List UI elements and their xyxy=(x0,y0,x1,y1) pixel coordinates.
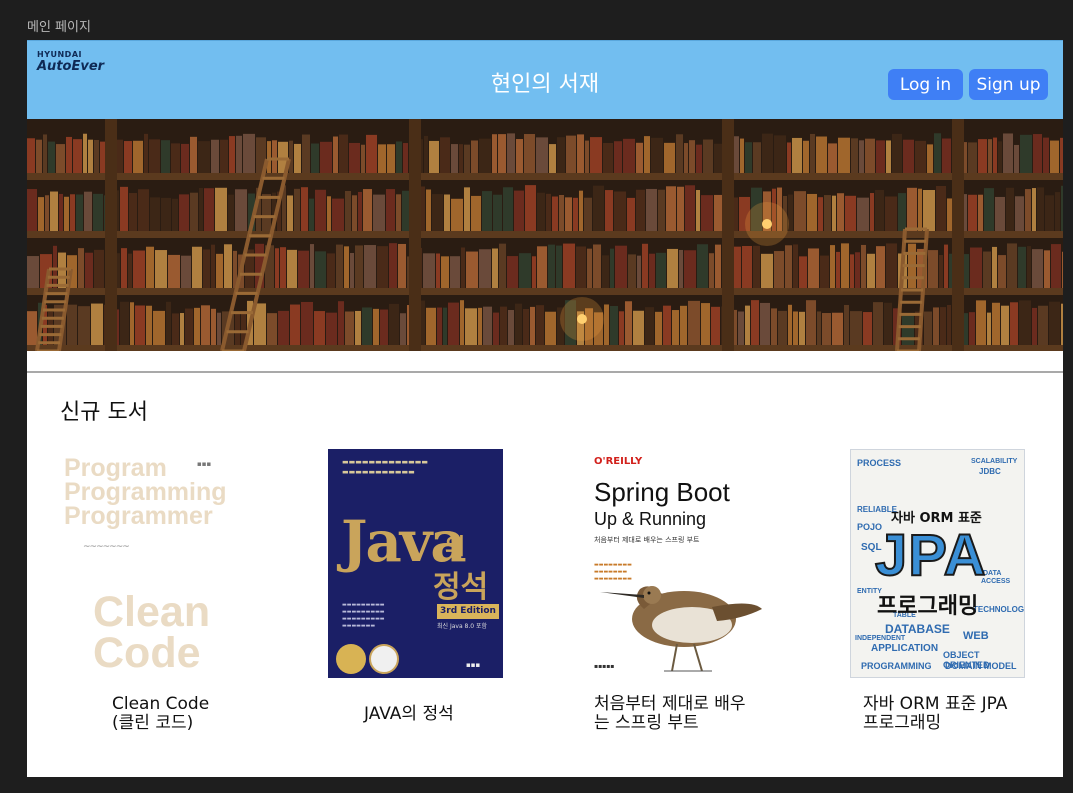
main-page: HYUNDAI AutoEver 현인의 서재 Log in Sign up 신… xyxy=(27,40,1063,777)
cover-keyword: SCALABILITY xyxy=(971,458,1018,465)
cover-big-line: Code xyxy=(93,629,201,677)
book-card[interactable]: ▬▬▬▬▬▬▬▬▬▬▬▬▬ ▬▬▬▬▬▬▬▬▬▬▬ Java 의 정석 3rd E… xyxy=(328,449,503,724)
section-title: 신규 도서 xyxy=(60,400,148,425)
cover-tagline: ▬▬▬▬▬▬▬▬▬▬▬▬▬ ▬▬▬▬▬▬▬▬▬▬▬ xyxy=(342,458,428,476)
book-title[interactable]: JAVA의 정석 xyxy=(328,705,503,724)
award-seal-icon xyxy=(336,644,366,674)
cover-keyword: INDEPENDENT xyxy=(855,635,906,642)
cover-subtitle: 최신 Java 8.0 포함 xyxy=(437,623,488,630)
edition-badge: 3rd Edition xyxy=(437,604,499,619)
cover-big-line: Clean xyxy=(93,588,211,636)
bookshelf-illustration xyxy=(27,119,1063,351)
cover-line: Programmer xyxy=(64,502,213,530)
signature-doodle: ~~~~~~~ xyxy=(83,542,130,552)
login-button[interactable]: Log in xyxy=(888,69,963,100)
cover-keyword: PROCESS xyxy=(857,458,902,468)
bestseller-seal-icon xyxy=(369,644,399,674)
cover-big-title: Clean Code xyxy=(93,588,211,677)
window-title: 메인 페이지 xyxy=(27,20,91,35)
cover-keyword: DOMAIN MODEL xyxy=(945,661,1017,671)
book-card[interactable]: O'REILLY Spring Boot Up & Running 처음부터 제… xyxy=(592,449,767,733)
cover-keyword: PROGRAMMING xyxy=(861,661,932,671)
sandpiper-bird-illustration xyxy=(600,586,762,672)
book-card[interactable]: Program Programming Programmer ▪▪▪ ~~~~~… xyxy=(57,449,232,733)
book-cover-image[interactable]: O'REILLY Spring Boot Up & Running 처음부터 제… xyxy=(592,449,767,678)
book-title[interactable]: 처음부터 제대로 배우 는 스프링 부트 xyxy=(592,695,767,733)
cover-keyword: TECHNOLOGY xyxy=(973,605,1025,614)
section-divider xyxy=(27,371,1063,373)
book-title-line: 는 스프링 부트 xyxy=(594,713,699,733)
book-title-line: Clean Code xyxy=(112,694,210,714)
cover-description: ▬▬▬▬▬▬▬▬▬ ▬▬▬▬▬▬▬▬▬ ▬▬▬▬▬▬▬▬▬ ▬▬▬▬▬▬▬ xyxy=(342,602,385,629)
book-card[interactable]: PROCESS SCALABILITY JDBC RELIABLE POJO S… xyxy=(850,449,1025,733)
book-cover-image[interactable]: PROCESS SCALABILITY JDBC RELIABLE POJO S… xyxy=(850,449,1025,678)
publisher-logo: ▪▪▪ xyxy=(466,661,481,669)
cover-line: Programming xyxy=(64,478,227,506)
book-title-line: 자바 ORM 표준 JPA xyxy=(863,694,1008,714)
cover-keyword: DATABASE xyxy=(885,622,950,636)
book-title-line: (클린 코드) xyxy=(112,713,194,733)
cover-keyword: JDBC xyxy=(979,467,1001,476)
signup-button[interactable]: Sign up xyxy=(969,69,1048,100)
cover-jpa-title: JPA xyxy=(874,522,987,589)
library-banner-image xyxy=(27,119,1063,351)
cover-keyword: APPLICATION xyxy=(871,643,939,654)
book-title[interactable]: Clean Code (클린 코드) xyxy=(57,695,232,733)
book-cover-image[interactable]: ▬▬▬▬▬▬▬▬▬▬▬▬▬ ▬▬▬▬▬▬▬▬▬▬▬ Java 의 정석 3rd E… xyxy=(328,449,503,678)
book-title-line: JAVA의 정석 xyxy=(364,704,454,724)
publisher-logo: ▪▪▪▪▪ xyxy=(594,663,615,670)
book-title[interactable]: 자바 ORM 표준 JPA 프로그래밍 xyxy=(850,695,1025,733)
cover-ui-word: 의 xyxy=(445,535,466,560)
cover-keyword: WEB xyxy=(963,630,989,642)
cover-jung-word: 정석 xyxy=(433,570,489,605)
logo-top-text: HYUNDAI xyxy=(37,50,82,59)
book-cover-image[interactable]: Program Programming Programmer ▪▪▪ ~~~~~… xyxy=(57,449,232,678)
book-title-line: 프로그래밍 xyxy=(863,713,942,733)
cover-prog-title: 프로그래밍 xyxy=(877,594,979,619)
header-bar: HYUNDAI AutoEver 현인의 서재 Log in Sign up xyxy=(27,40,1063,119)
book-title-line: 처음부터 제대로 배우 xyxy=(594,694,746,714)
cover-author-mark: ▪▪▪ xyxy=(197,460,212,468)
